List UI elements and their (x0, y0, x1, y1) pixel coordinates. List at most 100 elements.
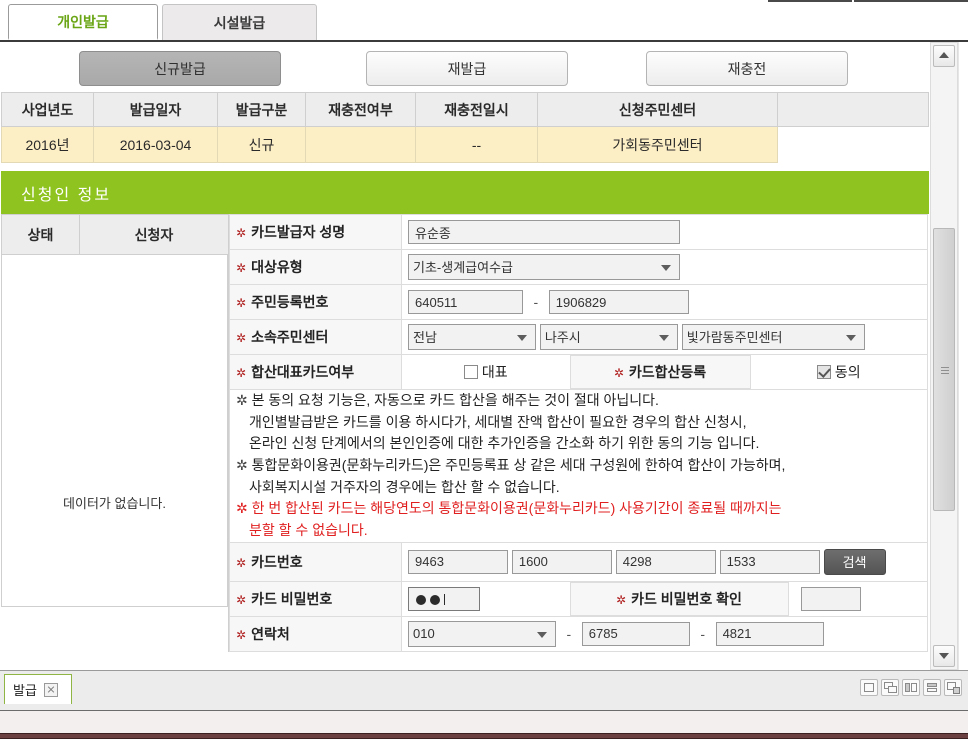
bullet-icon: ✲ (236, 457, 248, 474)
field-center: 전남 나주시 빛가람동주민센터 (401, 319, 928, 355)
field-target-type: 기초-생계급여수급 (401, 249, 928, 285)
province-select-wrapper: 전남 (408, 324, 536, 350)
reissuance-button[interactable]: 재발급 (366, 51, 568, 86)
cell-spacer (777, 126, 929, 163)
label-card-password: ✲ 카드 비밀번호 (229, 580, 402, 617)
col-applicant: 신청자 (79, 214, 229, 255)
merge-notice-block: ✲ 본 동의 요청 기능은, 자동으로 카드 합산을 해주는 것이 절대 아닙니… (229, 389, 928, 543)
scrollbar-thumb[interactable] (933, 228, 955, 511)
phone-last-input[interactable] (715, 621, 824, 646)
taskbar-item-issuance[interactable]: 발급 (4, 674, 72, 704)
phone-middle-input[interactable] (581, 621, 690, 646)
required-marker-icon: ✲ (236, 331, 247, 345)
merge-register-checkbox[interactable] (816, 365, 831, 379)
col-recharge-status: 재충전여부 (305, 92, 416, 127)
applicant-list-table: 상태 신청자 (1, 214, 229, 255)
checkbox-label: 동의 (834, 364, 861, 380)
checkbox-label: 대표 (481, 364, 508, 380)
table-row[interactable]: 2016년 2016-03-04 신규 -- 가회동주민센터 (1, 126, 929, 163)
required-marker-icon: ✲ (236, 627, 247, 642)
resident-number-front-input[interactable] (408, 290, 523, 314)
form-row-name: ✲ 카드발급자 성명 (229, 214, 928, 250)
new-issuance-button[interactable]: 신규발급 (79, 51, 281, 86)
right-gutter (958, 42, 968, 670)
tab-facility-issuance[interactable]: 시설발급 (162, 4, 317, 40)
form-row-center: ✲ 소속주민센터 전남 나주시 빛가람동주민센터 (229, 319, 928, 355)
required-marker-icon: ✲ (236, 592, 247, 607)
card-number-part-4-input[interactable] (719, 549, 820, 574)
cell-recharge-status (305, 126, 416, 163)
notice-line: 온라인 신청 단계에서의 본인인증에 대한 추가인증을 간소화 하기 위한 동의… (249, 435, 760, 452)
tab-personal-issuance[interactable]: 개인발급 (8, 4, 158, 40)
field-card-number: 검색 (401, 541, 928, 582)
window-arrange-button-group (860, 679, 962, 696)
phone-prefix-select[interactable]: 010 (408, 620, 556, 647)
target-type-select[interactable]: 기초-생계급여수급 (408, 254, 680, 280)
card-number-part-3-input[interactable] (615, 549, 716, 574)
taskbar-item-label: 발급 (13, 683, 37, 698)
form-row-target-type: ✲ 대상유형 기초-생계급여수급 (229, 249, 928, 285)
scroll-up-arrow-icon[interactable] (933, 45, 955, 67)
merge-representative-checkbox[interactable] (463, 365, 478, 379)
card-number-part-1-input[interactable] (408, 549, 508, 574)
vertical-scrollbar[interactable] (930, 42, 958, 670)
bullet-icon: ✲ (236, 392, 248, 408)
col-request-center: 신청주민센터 (537, 92, 778, 127)
col-issue-type: 발급구분 (217, 92, 306, 127)
card-password-confirm-input[interactable] (800, 586, 861, 611)
label-resident-number: ✲ 주민등록번호 (229, 284, 402, 320)
dong-select-wrapper: 빛가람동주민센터 (681, 324, 865, 350)
required-marker-icon: ✲ (616, 592, 627, 607)
city-select[interactable]: 나주시 (539, 324, 678, 350)
cell-request-center: 가회동주민센터 (537, 126, 778, 163)
field-card-password (402, 582, 570, 615)
applicant-list-panel: 상태 신청자 데이터가 없습니다. (1, 214, 229, 652)
field-phone: 010 - - (401, 615, 928, 652)
field-card-password-confirm (788, 582, 927, 615)
col-business-year: 사업년도 (1, 92, 94, 127)
card-search-button[interactable]: 검색 (823, 548, 886, 575)
city-select-wrapper: 나주시 (539, 324, 678, 350)
bottom-status-panel (0, 710, 968, 733)
phone-prefix-select-wrapper: 010 (408, 620, 556, 647)
button-label: 재충전 (727, 60, 767, 77)
form-row-card-number: ✲카드번호 검색 (229, 541, 928, 582)
field-merge-register[interactable]: 동의 (750, 355, 927, 389)
top-right-border-stub (768, 0, 968, 3)
scroll-down-arrow-icon[interactable] (933, 645, 955, 667)
table-header-row: 사업년도 발급일자 발급구분 재충전여부 재충전일시 신청주민센터 (1, 92, 929, 127)
applicant-form-table: ✲카드발급자 성명 ✲대상유형 (229, 214, 928, 652)
applicant-form-panel: ✲카드발급자 성명 ✲대상유형 (229, 214, 928, 652)
notice-line-warning: ✲ 한 번 합산된 카드는 해당연도의 통합문화이용권(문화누리카드) 사용기간… (236, 500, 782, 517)
cell-business-year: 2016년 (1, 126, 94, 163)
maximize-window-icon[interactable] (860, 679, 878, 696)
col-recharge-datetime: 재충전일시 (415, 92, 538, 127)
bottom-accent-bar (0, 733, 968, 739)
arrange-windows-icon[interactable] (944, 679, 962, 696)
card-number-part-2-input[interactable] (511, 549, 612, 574)
label-phone: ✲ 연락처 (229, 615, 402, 652)
empty-message: 데이터가 없습니다. (63, 496, 166, 511)
cardholder-name-input[interactable] (408, 220, 680, 244)
phone-separator: - (566, 625, 572, 642)
required-marker-icon: ✲ (236, 555, 247, 570)
resident-number-separator: - (533, 294, 539, 310)
field-merge-representative[interactable]: 대표 (402, 355, 570, 389)
password-cells-container: ✲ 카드 비밀번호 확인 (401, 580, 928, 617)
cascade-windows-icon[interactable] (881, 679, 899, 696)
cell-recharge-datetime: -- (415, 126, 538, 163)
tile-vertical-icon[interactable] (902, 679, 920, 696)
notice-line: ✲ 본 동의 요청 기능은, 자동으로 카드 합산을 해주는 것이 절대 아닙니… (236, 392, 659, 408)
dong-select[interactable]: 빛가람동주민센터 (681, 324, 865, 350)
resident-number-back-input[interactable] (548, 290, 689, 314)
required-marker-icon: ✲ (236, 366, 247, 380)
province-select[interactable]: 전남 (408, 324, 536, 350)
card-password-input[interactable] (408, 586, 480, 611)
empty-list-area: 데이터가 없습니다. (1, 255, 228, 607)
tile-horizontal-icon[interactable] (923, 679, 941, 696)
label-card-password-confirm: ✲ 카드 비밀번호 확인 (569, 581, 789, 616)
recharge-button[interactable]: 재충전 (646, 51, 848, 86)
close-icon[interactable] (43, 682, 58, 697)
field-cardholder-name (401, 214, 928, 250)
merge-cells-container: 대표 ✲ 카드합산등록 동의 (401, 354, 928, 390)
